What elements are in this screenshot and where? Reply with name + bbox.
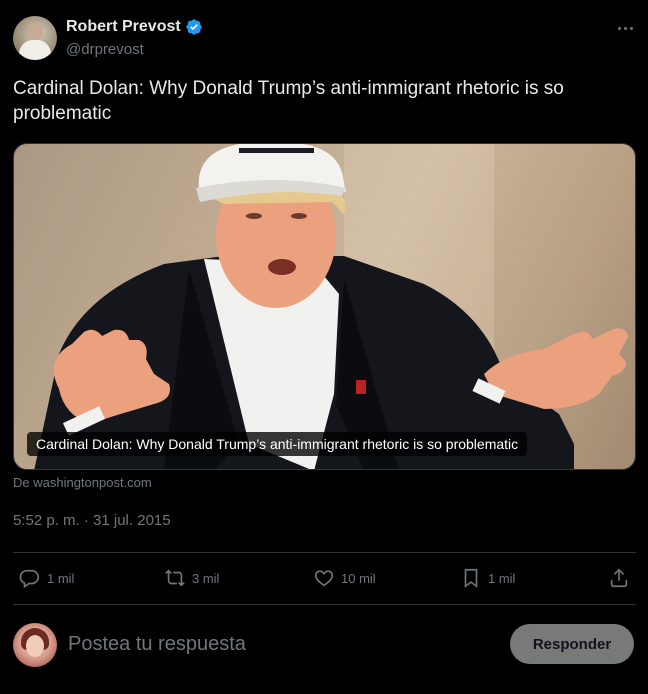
- card-caption[interactable]: Cardinal Dolan: Why Donald Trump’s anti-…: [27, 432, 528, 456]
- reply-icon: [19, 569, 40, 589]
- divider-bottom: [13, 604, 636, 605]
- avatar-robe: [19, 40, 51, 60]
- verified-badge-icon[interactable]: [185, 18, 203, 36]
- divider-top: [13, 552, 636, 553]
- action-bar: 1 mil 3 mil 10 mil 1 mil: [13, 562, 636, 596]
- photo-eye-left: [246, 213, 262, 219]
- photo-mouth: [268, 259, 296, 275]
- tweet-header: Robert Prevost @drprevost: [13, 16, 635, 62]
- author-name-row: Robert Prevost: [66, 18, 203, 36]
- bookmark-button[interactable]: 1 mil: [460, 567, 515, 589]
- like-count: 10 mil: [341, 570, 376, 586]
- tweet-timestamp[interactable]: 5:52 p. m. · 31 jul. 2015: [13, 512, 171, 529]
- reply-count: 1 mil: [47, 570, 75, 586]
- like-button[interactable]: 10 mil: [313, 567, 376, 589]
- photo-eye-right: [291, 213, 307, 219]
- photo-cap-text: [239, 148, 314, 153]
- card-photo: [14, 144, 635, 469]
- reply-button[interactable]: 1 mil: [19, 567, 74, 589]
- viewer-avatar[interactable]: [13, 623, 57, 667]
- repost-button[interactable]: 3 mil: [164, 567, 219, 589]
- share-button[interactable]: [608, 567, 630, 589]
- share-icon: [610, 568, 628, 588]
- bookmark-icon: [464, 568, 478, 588]
- viewer-avatar-face: [26, 635, 44, 657]
- repost-count: 3 mil: [192, 570, 220, 586]
- author-display-name[interactable]: Robert Prevost: [66, 18, 181, 36]
- repost-icon: [165, 569, 185, 587]
- author-avatar[interactable]: [13, 16, 57, 60]
- tweet-text: Cardinal Dolan: Why Donald Trump’s anti-…: [13, 78, 564, 124]
- photo-flag-pin: [356, 380, 366, 394]
- heart-icon: [314, 570, 334, 587]
- responder-button[interactable]: Responder: [510, 624, 634, 664]
- avatar-head: [27, 23, 43, 41]
- reply-input[interactable]: [68, 630, 488, 658]
- author-handle[interactable]: @drprevost: [66, 41, 144, 58]
- card-source[interactable]: De washingtonpost.com: [13, 475, 152, 490]
- more-options-icon[interactable]: [615, 20, 635, 36]
- bookmark-count: 1 mil: [488, 570, 516, 586]
- reply-composer: Responder: [13, 620, 636, 670]
- link-card[interactable]: Cardinal Dolan: Why Donald Trump’s anti-…: [13, 143, 636, 470]
